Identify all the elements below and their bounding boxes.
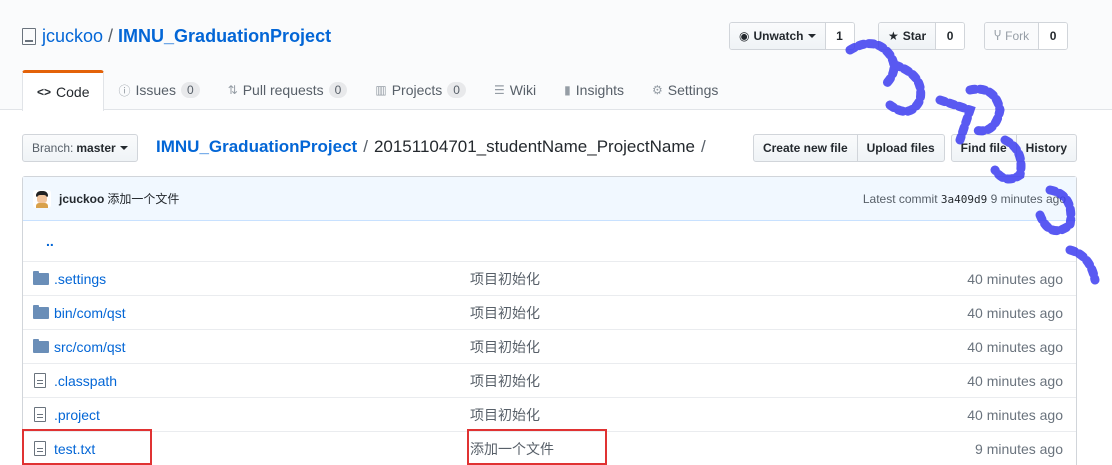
file-name-link[interactable]: .classpath	[54, 373, 117, 389]
issue-icon: ⓘ	[118, 83, 131, 98]
file-navigation: Branch: master IMNU_GraduationProject / …	[22, 132, 1077, 162]
wiki-icon: ☰	[493, 83, 505, 97]
breadcrumb-trailing-separator: /	[700, 137, 706, 156]
star-icon: ★	[888, 29, 899, 43]
breadcrumb-separator: /	[363, 137, 368, 156]
file-age: 9 minutes ago	[975, 440, 1063, 457]
file-icon	[34, 373, 46, 388]
project-icon: ▥	[375, 83, 387, 97]
file-age: 40 minutes ago	[967, 304, 1063, 321]
folder-icon	[33, 270, 49, 285]
file-age: 40 minutes ago	[967, 270, 1063, 287]
repo-title: jcuckoo / IMNU_GraduationProject	[22, 24, 331, 48]
commit-message-link[interactable]: 添加一个文件	[107, 190, 179, 207]
watchers-count[interactable]: 1	[825, 23, 854, 49]
chevron-down-icon	[807, 34, 816, 38]
file-nav-buttons: Create new file Upload files Find file H…	[752, 134, 1077, 162]
insights-icon: ▮	[564, 83, 571, 97]
parent-dir-row[interactable]: ..	[23, 221, 1076, 261]
repo-nav-tabs: <> Code ⓘ Issues 0 ⇅ Pull requests 0 ▥ P…	[22, 70, 732, 111]
tab-wiki[interactable]: ☰ Wiki	[480, 70, 550, 110]
branch-select-button[interactable]: Branch: master	[22, 134, 138, 162]
code-icon: <>	[37, 85, 52, 99]
file-commit-message[interactable]: 项目初始化	[470, 303, 890, 323]
tab-code[interactable]: <> Code	[22, 70, 105, 111]
table-row: .classpath 项目初始化 40 minutes ago	[23, 363, 1076, 397]
repo-header: jcuckoo / IMNU_GraduationProject ◉ Unwat…	[0, 0, 1112, 111]
table-row: src/com/qst 项目初始化 40 minutes ago	[23, 329, 1076, 363]
folder-icon	[33, 338, 49, 353]
file-name-link[interactable]: src/com/qst	[54, 339, 126, 355]
file-commit-message[interactable]: 项目初始化	[470, 371, 890, 391]
file-commit-message[interactable]: 项目初始化	[470, 405, 890, 425]
file-commit-message[interactable]: 项目初始化	[470, 269, 890, 289]
repo-icon	[22, 27, 36, 45]
breadcrumb: IMNU_GraduationProject / 20151104701_stu…	[156, 132, 712, 162]
file-name-link[interactable]: .project	[54, 407, 100, 423]
forks-count[interactable]: 0	[1039, 23, 1068, 49]
tab-settings[interactable]: ⚙ Settings	[638, 70, 732, 110]
repo-name-link[interactable]: IMNU_GraduationProject	[118, 26, 331, 47]
file-table: jcuckoo 添加一个文件 Latest commit 3a409d9 9 m…	[22, 176, 1077, 465]
issues-counter: 0	[180, 82, 200, 98]
repo-owner-link[interactable]: jcuckoo	[42, 26, 103, 47]
commit-author-link[interactable]: jcuckoo	[59, 192, 104, 206]
repo-title-separator: /	[108, 25, 114, 46]
projects-counter: 0	[447, 82, 466, 98]
file-age: 40 minutes ago	[967, 406, 1063, 423]
breadcrumb-current: 20151104701_studentName_ProjectName	[373, 137, 695, 156]
fork-group: Ⴤ Fork 0	[984, 22, 1069, 50]
eye-icon: ◉	[739, 29, 750, 43]
annotation-box-filename	[22, 429, 152, 465]
avatar[interactable]	[33, 189, 51, 208]
table-row: bin/com/qst 项目初始化 40 minutes ago	[23, 295, 1076, 329]
commit-sha-link[interactable]: 3a409d9	[941, 193, 987, 206]
file-age: 40 minutes ago	[967, 338, 1063, 355]
tab-projects[interactable]: ▥ Projects 0	[361, 70, 480, 110]
file-name-link[interactable]: bin/com/qst	[54, 305, 126, 321]
file-commit-message[interactable]: 项目初始化	[470, 337, 890, 357]
parent-dir-link[interactable]: ..	[23, 233, 54, 249]
latest-commit-meta: Latest commit 3a409d9 9 minutes ago	[862, 191, 1066, 206]
chevron-down-icon	[119, 146, 128, 150]
find-file-button[interactable]: Find file	[950, 134, 1017, 162]
history-button[interactable]: History	[1015, 134, 1077, 162]
file-name-link[interactable]: .settings	[54, 271, 106, 287]
star-group: ★ Star 0	[878, 22, 966, 50]
pull-requests-counter: 0	[328, 82, 348, 98]
file-icon	[34, 407, 46, 422]
fork-icon: Ⴤ	[994, 29, 1002, 43]
create-new-file-button[interactable]: Create new file	[752, 134, 858, 162]
file-age: 40 minutes ago	[967, 372, 1063, 389]
upload-files-button[interactable]: Upload files	[856, 134, 945, 162]
pull-request-icon: ⇅	[227, 83, 238, 97]
folder-icon	[33, 304, 49, 319]
tab-insights[interactable]: ▮ Insights	[550, 70, 638, 110]
tab-pull-requests[interactable]: ⇅ Pull requests 0	[214, 70, 362, 110]
fork-button[interactable]: Ⴤ Fork	[985, 23, 1040, 49]
table-row: .project 项目初始化 40 minutes ago	[23, 397, 1076, 431]
breadcrumb-root-link[interactable]: IMNU_GraduationProject	[156, 137, 357, 157]
commit-time: 9 minutes ago	[990, 191, 1066, 206]
star-button[interactable]: ★ Star	[879, 23, 937, 49]
tab-issues[interactable]: ⓘ Issues 0	[104, 70, 213, 110]
gear-icon: ⚙	[652, 83, 663, 97]
latest-commit-bar: jcuckoo 添加一个文件 Latest commit 3a409d9 9 m…	[23, 177, 1076, 221]
annotation-box-message	[467, 429, 607, 465]
stargazers-count[interactable]: 0	[936, 23, 965, 49]
table-row: .settings 项目初始化 40 minutes ago	[23, 261, 1076, 295]
unwatch-button[interactable]: ◉ Unwatch	[730, 23, 826, 49]
watch-group: ◉ Unwatch 1	[729, 22, 855, 50]
